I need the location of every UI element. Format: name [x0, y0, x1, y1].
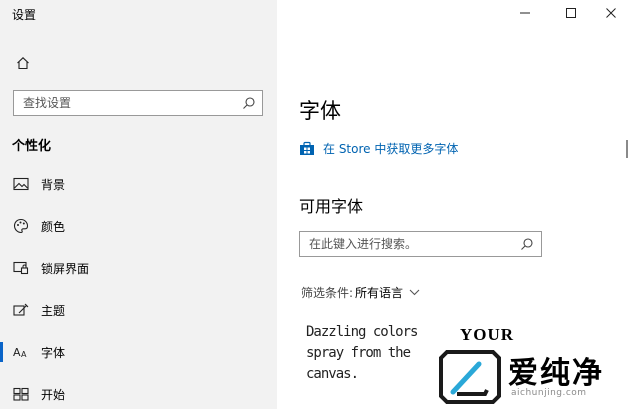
- sidebar-item-label: 背景: [41, 177, 66, 192]
- scrollbar[interactable]: [626, 140, 628, 158]
- watermark: 爱纯净 aichunjing.com: [433, 344, 631, 409]
- filter-label: 筛选条件:: [301, 286, 354, 300]
- chevron-down-icon[interactable]: [409, 289, 420, 296]
- sidebar-item-label: 主题: [41, 303, 66, 318]
- close-button[interactable]: [593, 0, 629, 26]
- start-icon: [11, 384, 31, 404]
- font-search-input[interactable]: [300, 237, 510, 251]
- sidebar-item-label: 开始: [41, 387, 66, 402]
- app-title: 设置: [12, 8, 37, 22]
- language-filter[interactable]: 筛选条件: 所有语言: [301, 284, 420, 301]
- home-icon: [17, 57, 29, 70]
- minimize-button[interactable]: [507, 0, 543, 26]
- store-icon: [300, 141, 314, 155]
- sidebar-item-label: 字体: [41, 345, 66, 360]
- settings-search-box[interactable]: [13, 90, 263, 116]
- theme-icon: [11, 300, 31, 320]
- section-title: 个性化: [12, 139, 52, 154]
- filter-value[interactable]: 所有语言: [355, 284, 403, 301]
- watermark-url: aichunjing.com: [511, 388, 587, 398]
- sidebar-item-fonts[interactable]: AA 字体: [0, 335, 277, 369]
- svg-text:A: A: [21, 350, 27, 359]
- settings-search-input[interactable]: [14, 96, 234, 110]
- watermark-logo-icon: [439, 350, 501, 404]
- watermark-text: 爱纯净: [508, 356, 604, 391]
- home-button[interactable]: [10, 52, 36, 74]
- sidebar-item-label: 颜色: [41, 219, 66, 234]
- store-link-label: 在 Store 中获取更多字体: [323, 142, 459, 156]
- page-title: 字体: [299, 99, 341, 123]
- sidebar-item-background[interactable]: 背景: [0, 167, 277, 201]
- maximize-button[interactable]: [553, 0, 589, 26]
- picture-icon: [11, 174, 31, 194]
- font-icon: AA: [11, 342, 31, 362]
- sidebar: 设置 个性化 背景 颜色 锁屏界面 主题: [0, 0, 277, 409]
- sidebar-item-themes[interactable]: 主题: [0, 293, 277, 327]
- palette-icon: [11, 216, 31, 236]
- sidebar-item-label: 锁屏界面: [41, 261, 90, 276]
- font-preview-tile[interactable]: YOUR: [460, 325, 514, 345]
- sidebar-item-lock-screen[interactable]: 锁屏界面: [0, 251, 277, 285]
- font-search-box[interactable]: [299, 231, 542, 257]
- font-preview-tile[interactable]: Dazzling colors spray from the canvas.: [306, 322, 441, 385]
- close-icon: [606, 8, 616, 18]
- search-icon[interactable]: [242, 96, 256, 110]
- svg-text:A: A: [13, 346, 21, 359]
- maximize-icon: [566, 8, 576, 18]
- lock-screen-icon: [11, 258, 31, 278]
- sidebar-item-start[interactable]: 开始: [0, 377, 277, 409]
- minimize-icon: [520, 12, 530, 14]
- store-link[interactable]: 在 Store 中获取更多字体: [299, 140, 458, 157]
- available-fonts-heading: 可用字体: [299, 197, 364, 216]
- sidebar-item-colors[interactable]: 颜色: [0, 209, 277, 243]
- search-icon[interactable]: [520, 237, 534, 251]
